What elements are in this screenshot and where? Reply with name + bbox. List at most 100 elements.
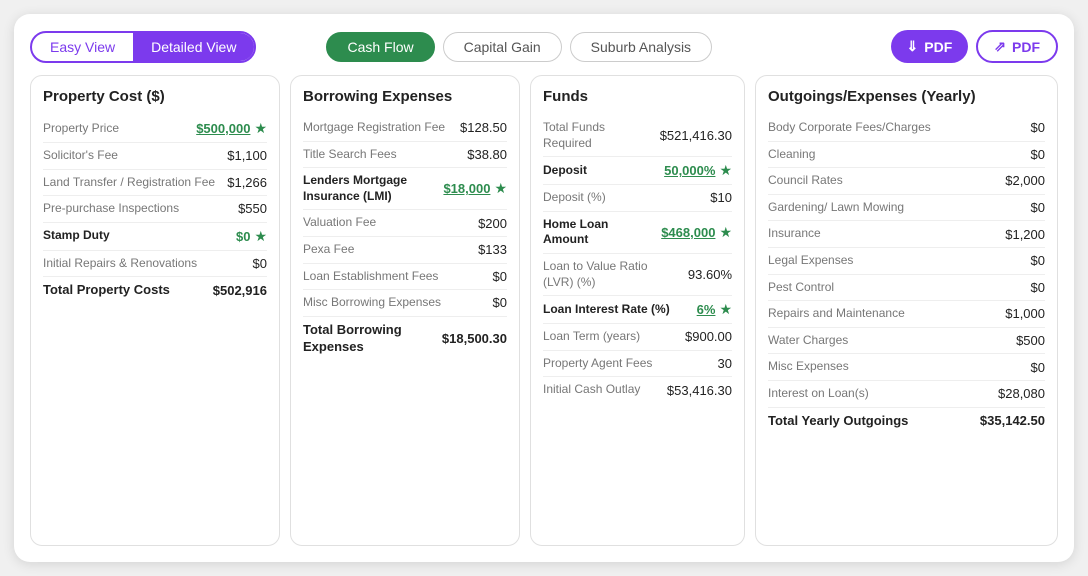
stamp-duty-value: $0 bbox=[236, 229, 250, 244]
share-icon: ⇗ bbox=[994, 38, 1006, 55]
prepurchase-label: Pre-purchase Inspections bbox=[43, 201, 230, 217]
water-charges-label: Water Charges bbox=[768, 333, 1008, 349]
mortgage-reg-row: Mortgage Registration Fee $128.50 bbox=[303, 115, 507, 142]
stamp-duty-label: Stamp Duty bbox=[43, 228, 228, 244]
deposit-label: Deposit bbox=[543, 163, 656, 179]
pdf-group: ⇓ PDF ⇗ PDF bbox=[891, 30, 1058, 63]
land-transfer-row: Land Transfer / Registration Fee $1,266 bbox=[43, 170, 267, 197]
valuation-fee-row: Valuation Fee $200 bbox=[303, 210, 507, 237]
total-borrowing-value: $18,500.30 bbox=[442, 331, 507, 346]
gardening-value: $0 bbox=[1031, 200, 1045, 215]
home-loan-label: Home Loan Amount bbox=[543, 217, 653, 248]
total-borrowing-label: Total Borrowing Expenses bbox=[303, 322, 434, 356]
mortgage-reg-value: $128.50 bbox=[460, 120, 507, 135]
legal-expenses-label: Legal Expenses bbox=[768, 253, 1023, 269]
interest-rate-value: 6% bbox=[697, 302, 716, 317]
detailed-view-button[interactable]: Detailed View bbox=[133, 33, 254, 61]
loan-term-row: Loan Term (years) $900.00 bbox=[543, 324, 732, 351]
insurance-value: $1,200 bbox=[1005, 227, 1045, 242]
property-price-row: Property Price $500,000 ★ bbox=[43, 115, 267, 143]
repairs-value: $1,000 bbox=[1005, 306, 1045, 321]
misc-borrowing-label: Misc Borrowing Expenses bbox=[303, 295, 485, 311]
interest-rate-star-icon: ★ bbox=[719, 301, 732, 318]
initial-repairs-row: Initial Repairs & Renovations $0 bbox=[43, 251, 267, 278]
land-transfer-value: $1,266 bbox=[227, 175, 267, 190]
lmi-value: $18,000 bbox=[443, 181, 490, 196]
insurance-row: Insurance $1,200 bbox=[768, 221, 1045, 248]
home-loan-star-icon: ★ bbox=[719, 224, 732, 241]
total-borrowing-row: Total Borrowing Expenses $18,500.30 bbox=[303, 317, 507, 361]
stamp-duty-star-icon: ★ bbox=[254, 228, 267, 245]
body-corporate-value: $0 bbox=[1031, 120, 1045, 135]
home-loan-row: Home Loan Amount $468,000 ★ bbox=[543, 212, 732, 254]
prepurchase-value: $550 bbox=[238, 201, 267, 216]
solicitors-fee-row: Solicitor's Fee $1,100 bbox=[43, 143, 267, 170]
deposit-row: Deposit 50,000% ★ bbox=[543, 157, 732, 185]
mortgage-reg-label: Mortgage Registration Fee bbox=[303, 120, 452, 136]
outgoings-title: Outgoings/Expenses (Yearly) bbox=[768, 88, 1045, 105]
water-charges-value: $500 bbox=[1016, 333, 1045, 348]
interest-rate-row: Loan Interest Rate (%) 6% ★ bbox=[543, 296, 732, 324]
legal-expenses-row: Legal Expenses $0 bbox=[768, 248, 1045, 275]
misc-expenses-row: Misc Expenses $0 bbox=[768, 354, 1045, 381]
download-icon: ⇓ bbox=[907, 38, 919, 55]
loan-establishment-row: Loan Establishment Fees $0 bbox=[303, 264, 507, 291]
borrowing-title: Borrowing Expenses bbox=[303, 88, 507, 105]
content-area: Property Cost ($) Property Price $500,00… bbox=[30, 75, 1058, 546]
misc-borrowing-value: $0 bbox=[493, 295, 507, 310]
title-search-label: Title Search Fees bbox=[303, 147, 459, 163]
loan-term-label: Loan Term (years) bbox=[543, 329, 677, 345]
total-property-costs-value: $502,916 bbox=[213, 283, 267, 298]
suburb-analysis-tab[interactable]: Suburb Analysis bbox=[570, 32, 712, 62]
interest-rate-value-group: 6% ★ bbox=[697, 301, 732, 318]
total-yearly-label: Total Yearly Outgoings bbox=[768, 413, 972, 430]
home-loan-value-group: $468,000 ★ bbox=[661, 224, 732, 241]
lmi-star-icon: ★ bbox=[494, 180, 507, 197]
initial-repairs-value: $0 bbox=[253, 256, 267, 271]
pest-control-row: Pest Control $0 bbox=[768, 275, 1045, 302]
home-loan-value: $468,000 bbox=[661, 225, 715, 240]
cashflow-tab[interactable]: Cash Flow bbox=[326, 32, 434, 62]
funds-title: Funds bbox=[543, 88, 732, 105]
deposit-pct-row: Deposit (%) $10 bbox=[543, 185, 732, 212]
property-price-value-group: $500,000 ★ bbox=[196, 120, 267, 137]
easy-view-button[interactable]: Easy View bbox=[32, 33, 133, 61]
deposit-pct-value: $10 bbox=[710, 190, 732, 205]
deposit-value: 50,000% bbox=[664, 163, 715, 178]
capital-gain-tab[interactable]: Capital Gain bbox=[443, 32, 562, 62]
body-corporate-row: Body Corporate Fees/Charges $0 bbox=[768, 115, 1045, 142]
valuation-fee-value: $200 bbox=[478, 216, 507, 231]
council-rates-value: $2,000 bbox=[1005, 173, 1045, 188]
property-agent-value: 30 bbox=[718, 356, 732, 371]
pdf-button-2[interactable]: ⇗ PDF bbox=[976, 30, 1058, 63]
pdf-button-1[interactable]: ⇓ PDF bbox=[891, 30, 969, 63]
lmi-value-group: $18,000 ★ bbox=[443, 180, 507, 197]
lmi-label: Lenders Mortgage Insurance (LMI) bbox=[303, 173, 435, 204]
property-cost-panel: Property Cost ($) Property Price $500,00… bbox=[30, 75, 280, 546]
interest-loan-value: $28,080 bbox=[998, 386, 1045, 401]
solicitors-fee-label: Solicitor's Fee bbox=[43, 148, 219, 164]
water-charges-row: Water Charges $500 bbox=[768, 328, 1045, 355]
property-price-value: $500,000 bbox=[196, 121, 250, 136]
total-property-costs-label: Total Property Costs bbox=[43, 282, 205, 299]
body-corporate-label: Body Corporate Fees/Charges bbox=[768, 120, 1023, 136]
interest-rate-label: Loan Interest Rate (%) bbox=[543, 302, 689, 318]
view-toggle: Easy View Detailed View bbox=[30, 31, 256, 63]
property-price-star-icon: ★ bbox=[254, 120, 267, 137]
deposit-pct-label: Deposit (%) bbox=[543, 190, 702, 206]
initial-cash-value: $53,416.30 bbox=[667, 383, 732, 398]
land-transfer-label: Land Transfer / Registration Fee bbox=[43, 175, 219, 191]
app-container: Easy View Detailed View Cash Flow Capita… bbox=[14, 14, 1074, 562]
lvr-label: Loan to Value Ratio (LVR) (%) bbox=[543, 259, 680, 290]
borrowing-panel: Borrowing Expenses Mortgage Registration… bbox=[290, 75, 520, 546]
outgoings-panel: Outgoings/Expenses (Yearly) Body Corpora… bbox=[755, 75, 1058, 546]
property-agent-row: Property Agent Fees 30 bbox=[543, 351, 732, 378]
total-yearly-value: $35,142.50 bbox=[980, 413, 1045, 428]
gardening-row: Gardening/ Lawn Mowing $0 bbox=[768, 195, 1045, 222]
deposit-star-icon: ★ bbox=[719, 162, 732, 179]
legal-expenses-value: $0 bbox=[1031, 253, 1045, 268]
cleaning-label: Cleaning bbox=[768, 147, 1023, 163]
lvr-value: 93.60% bbox=[688, 267, 732, 282]
pexa-fee-label: Pexa Fee bbox=[303, 242, 470, 258]
total-funds-label: Total Funds Required bbox=[543, 120, 652, 151]
